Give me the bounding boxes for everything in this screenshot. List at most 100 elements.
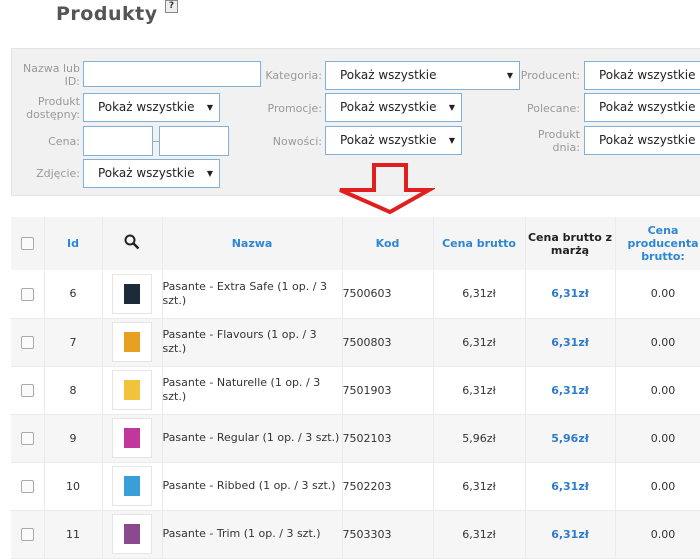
row-price-margin[interactable]: 5,96zł [525, 414, 616, 462]
row-thumbnail-cell [102, 270, 163, 318]
producer-filter-select[interactable]: Pokaż wszystkie [584, 61, 700, 90]
row-price-margin[interactable]: 6,31zł [525, 270, 616, 318]
dayproduct-filter-value: Pokaż wszystkie [599, 133, 696, 147]
promo-filter-select[interactable]: Pokaż wszystkie ▼ [325, 93, 462, 122]
product-thumbnail[interactable] [112, 466, 152, 506]
table-row[interactable]: 6 Pasante - Extra Safe (1 op. / 3 szt.) 75… [11, 270, 700, 318]
product-thumbnail[interactable] [112, 273, 152, 314]
select-all-cell [11, 217, 45, 270]
table-row[interactable]: 9 Pasante - Regular (1 op. / 3 szt.) 75021… [11, 414, 700, 462]
row-id: 8 [44, 366, 103, 414]
chevron-down-icon: ▼ [448, 103, 455, 112]
header-name[interactable]: Nazwa [162, 217, 343, 270]
row-code: 7503303 [342, 510, 434, 558]
row-name[interactable]: Pasante - Trim (1 op. / 3 szt.) [162, 510, 343, 558]
row-checkbox[interactable] [20, 335, 34, 349]
chevron-down-icon: ▼ [448, 136, 455, 145]
row-thumbnail-cell [102, 414, 163, 462]
row-name[interactable]: Pasante - Flavours (1 op. / 3 szt.) [162, 318, 343, 366]
row-code: 7502103 [342, 414, 434, 462]
recommended-filter-label: Polecane: [526, 102, 580, 115]
row-price-margin[interactable]: 6,31zł [525, 462, 616, 510]
select-all-checkbox[interactable] [20, 237, 34, 251]
row-producer-price: 0.00 [615, 462, 700, 510]
row-checkbox[interactable] [20, 527, 34, 541]
name-filter-input[interactable] [83, 61, 261, 87]
row-price-gross: 6,31zł [433, 510, 526, 558]
search-icon [124, 234, 140, 250]
chevron-down-icon: ▼ [206, 103, 213, 112]
category-filter-value: Pokaż wszystkie [340, 68, 437, 82]
row-name[interactable]: Pasante - Ribbed (1 op. / 3 szt.) [162, 462, 343, 510]
photo-filter-value: Pokaż wszystkie [98, 166, 195, 180]
header-image [102, 217, 163, 270]
row-producer-price: 0.00 [615, 270, 700, 318]
dayproduct-filter-select[interactable]: Pokaż wszystkie [584, 126, 700, 155]
row-checkbox[interactable] [20, 431, 34, 445]
row-thumbnail-cell [102, 366, 163, 414]
row-select-cell [11, 318, 45, 366]
photo-filter-select[interactable]: Pokaż wszystkie ▼ [83, 159, 220, 188]
category-filter-label: Kategoria: [265, 69, 322, 82]
table-row[interactable]: 7 Pasante - Flavours (1 op. / 3 szt.) 7500… [11, 318, 700, 366]
price-to-input[interactable] [159, 126, 229, 156]
price-filter-label: Cena: [48, 135, 80, 148]
product-thumbnail[interactable] [112, 370, 152, 410]
row-name[interactable]: Pasante - Naturelle (1 op. / 3 szt.) [162, 366, 343, 414]
row-checkbox[interactable] [20, 479, 34, 493]
chevron-down-icon: ▼ [206, 169, 213, 178]
row-select-cell [11, 414, 45, 462]
row-select-cell [11, 462, 45, 510]
row-checkbox[interactable] [20, 383, 34, 397]
price-from-input[interactable] [83, 126, 153, 156]
row-price-margin[interactable]: 6,31zł [525, 318, 616, 366]
promo-filter-value: Pokaż wszystkie [340, 100, 437, 114]
row-select-cell [11, 366, 45, 414]
row-select-cell [11, 270, 45, 318]
header-code[interactable]: Kod [342, 217, 434, 270]
row-checkbox[interactable] [20, 287, 34, 301]
row-price-gross: 6,31zł [433, 462, 526, 510]
page-title: Produkty [56, 3, 158, 25]
header-price-gross[interactable]: Cena brutto [433, 217, 526, 270]
row-price-gross: 6,31zł [433, 366, 526, 414]
header-producer-price[interactable]: Cena producenta brutto: [615, 217, 700, 270]
row-thumbnail-cell [102, 462, 163, 510]
header-price-margin: Cena brutto z marżą [525, 217, 616, 270]
row-price-gross: 6,31zł [433, 318, 526, 366]
row-id: 6 [44, 270, 103, 318]
table-row[interactable]: 8 Pasante - Naturelle (1 op. / 3 szt.) 750… [11, 366, 700, 414]
row-id: 10 [44, 462, 103, 510]
product-thumbnail[interactable] [112, 322, 152, 362]
product-thumbnail[interactable] [112, 418, 152, 458]
product-thumbnail[interactable] [112, 514, 152, 554]
available-filter-select[interactable]: Pokaż wszystkie ▼ [83, 93, 220, 122]
products-table: Id Nazwa Kod Cena brutto Cena brutto z m… [11, 217, 700, 559]
row-code: 7502203 [342, 462, 434, 510]
table-row[interactable]: 10 Pasante - Ribbed (1 op. / 3 szt.) 75022… [11, 462, 700, 510]
available-filter-label: Produkt dostępny: [26, 95, 80, 121]
row-price-margin[interactable]: 6,31zł [525, 510, 616, 558]
recommended-filter-select[interactable]: Pokaż wszystkie [584, 93, 700, 122]
header-id[interactable]: Id [44, 217, 103, 270]
news-filter-select[interactable]: Pokaż wszystkie ▼ [325, 126, 462, 155]
row-name[interactable]: Pasante - Extra Safe (1 op. / 3 szt.) [162, 270, 343, 318]
row-price-gross: 5,96zł [433, 414, 526, 462]
down-arrow-annotation [339, 163, 435, 215]
row-producer-price: 0.00 [615, 366, 700, 414]
row-producer-price: 0.00 [615, 510, 700, 558]
producer-filter-value: Pokaż wszystkie [599, 68, 696, 82]
row-code: 7500603 [342, 270, 434, 318]
row-producer-price: 0.00 [615, 414, 700, 462]
promo-filter-label: Promocje: [267, 102, 322, 115]
dayproduct-filter-label: Produkt dnia: [537, 128, 580, 154]
row-id: 7 [44, 318, 103, 366]
table-row[interactable]: 11 Pasante - Trim (1 op. / 3 szt.) 7503303… [11, 510, 700, 558]
row-id: 9 [44, 414, 103, 462]
row-producer-price: 0.00 [615, 318, 700, 366]
row-name[interactable]: Pasante - Regular (1 op. / 3 szt.) [162, 414, 343, 462]
row-price-margin[interactable]: 6,31zł [525, 366, 616, 414]
help-icon[interactable]: ? [165, 0, 178, 13]
producer-filter-label: Producent: [520, 69, 580, 82]
category-filter-select[interactable]: Pokaż wszystkie ▼ [325, 61, 520, 90]
